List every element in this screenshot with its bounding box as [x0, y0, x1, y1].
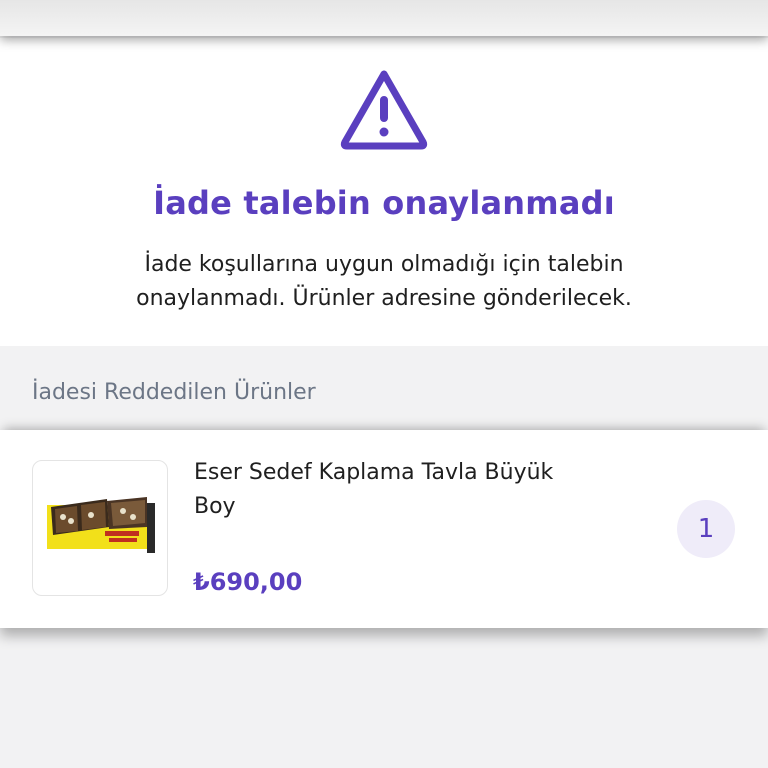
- status-title: İade talebin onaylanmadı: [153, 184, 615, 222]
- rejected-product-card[interactable]: Eser Sedef Kaplama Tavla Büyük Boy ₺690,…: [0, 430, 768, 628]
- product-thumbnail[interactable]: [32, 460, 168, 596]
- product-name[interactable]: Eser Sedef Kaplama Tavla Büyük Boy: [194, 456, 554, 524]
- top-bar: [0, 0, 768, 36]
- status-description: İade koşullarına uygun olmadığı için tal…: [136, 252, 632, 311]
- warning-triangle-icon: [340, 70, 428, 150]
- backgammon-board-image: [47, 497, 155, 553]
- product-price: ₺690,00: [193, 568, 303, 596]
- status-card: İade talebin onaylanmadı İade koşulların…: [0, 38, 768, 346]
- quantity-badge: 1: [677, 500, 735, 558]
- rejected-section-title: İadesi Reddedilen Ürünler: [32, 380, 316, 405]
